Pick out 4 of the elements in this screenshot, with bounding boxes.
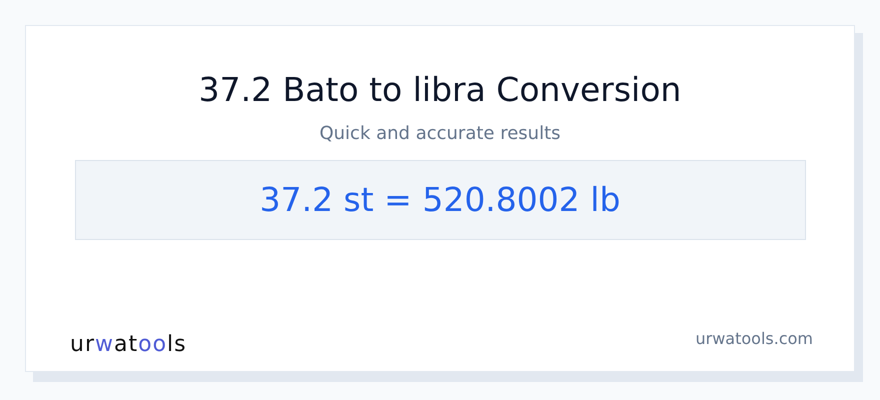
page-title: 37.2 Bato to libra Conversion — [198, 69, 682, 111]
logo: urwatools — [70, 331, 187, 359]
result-text: 37.2 st = 520.8002 lb — [260, 179, 620, 222]
subtitle: Quick and accurate results — [319, 122, 561, 146]
